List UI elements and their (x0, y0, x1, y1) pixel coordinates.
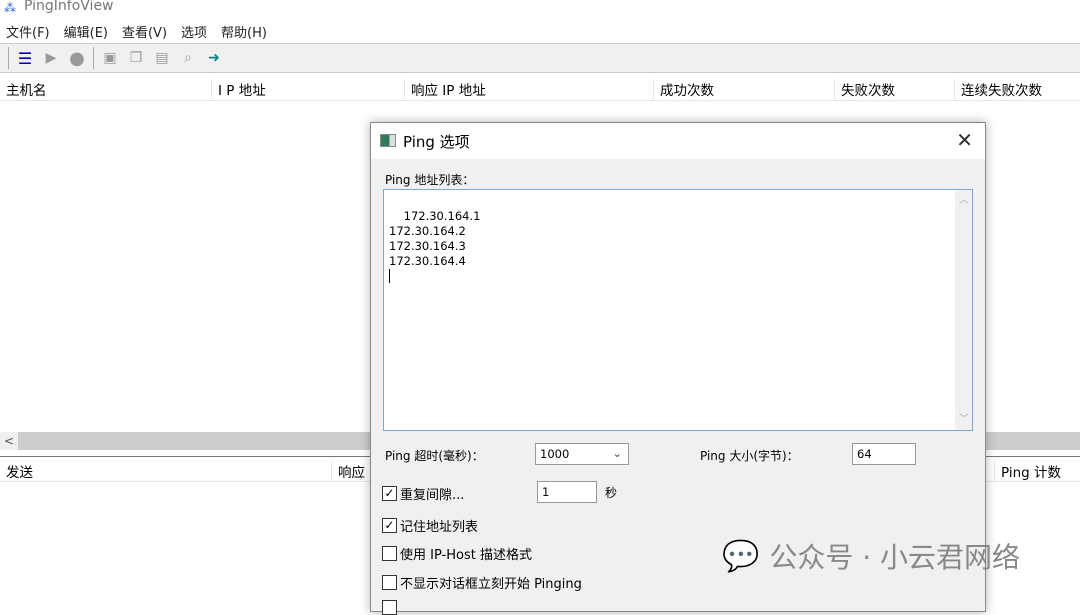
checkmark-icon: ✓ (382, 518, 397, 533)
column-failed-count[interactable]: 失败次数 (834, 79, 895, 99)
title-bar: ⁂ PingInfoView (0, 0, 1080, 18)
checkbox-box (382, 600, 397, 615)
ip-host-format-checkbox[interactable]: 使用 IP-Host 描述格式 (382, 544, 532, 563)
start-immediately-checkbox[interactable]: 不显示对话框立刻开始 Pinging (382, 573, 582, 592)
menu-options[interactable]: 选项 (181, 22, 207, 41)
toolbar: ☰ ▶ ● ▣ ❐ ▤ ⌕ ➜ (0, 43, 1080, 73)
dialog-title: Ping 选项 (403, 133, 470, 151)
partial-checkbox[interactable] (382, 600, 397, 615)
menu-edit[interactable]: 编辑(E) (64, 22, 108, 41)
scroll-up-icon[interactable]: ︿ (959, 193, 969, 208)
menu-view[interactable]: 查看(V) (122, 22, 167, 41)
column-succeed-count[interactable]: 成功次数 (653, 79, 714, 99)
size-label: Ping 大小(字节)： (700, 449, 799, 463)
text-cursor (389, 269, 394, 283)
timeout-value: 1000 (540, 447, 570, 461)
checkbox-box (382, 546, 397, 561)
size-value: 64 (857, 447, 872, 461)
dialog-title-bar: Ping 选项 ✕ (371, 123, 985, 159)
wechat-icon: 💬 (722, 538, 760, 574)
repeat-checkbox[interactable]: ✓ 重复间隙... (382, 484, 464, 503)
repeat-interval-value: 1 (542, 485, 550, 499)
scroll-left-icon[interactable]: < (0, 432, 18, 450)
address-list-text: 172.30.164.1 172.30.164.2 172.30.164.3 1… (389, 209, 481, 268)
ip-host-format-label: 使用 IP-Host 描述格式 (400, 548, 532, 563)
column-ip-address[interactable]: I P 地址 (211, 79, 266, 99)
address-list-textarea[interactable]: 172.30.164.1 172.30.164.2 172.30.164.3 1… (383, 189, 973, 431)
column-reply-ip[interactable]: 响应 IP 地址 (404, 79, 486, 99)
timeout-label: Ping 超时(毫秒)： (385, 449, 484, 463)
close-icon[interactable]: ✕ (956, 128, 973, 152)
watermark: 💬 公众号 · 小云君网络 (722, 536, 1020, 576)
scroll-down-icon[interactable]: ﹀ (959, 412, 969, 427)
column-response[interactable]: 响应 (331, 461, 365, 481)
dialog-icon (380, 134, 396, 147)
toolbar-separator (93, 47, 94, 69)
remember-list-label: 记住地址列表 (400, 520, 479, 535)
vertical-scrollbar[interactable]: ︿ ﹀ (955, 190, 972, 430)
main-list-header: 主机名 I P 地址 响应 IP 地址 成功次数 失败次数 连续失败次数 (0, 75, 1080, 101)
stop-icon[interactable]: ● (67, 48, 87, 69)
toolbar-separator (8, 47, 9, 69)
properties-icon[interactable]: ▤ (152, 48, 172, 68)
checkbox-box (382, 575, 397, 590)
remember-list-checkbox[interactable]: ✓ 记住地址列表 (382, 516, 478, 535)
menu-help[interactable]: 帮助(H) (221, 22, 267, 41)
column-consecutive-failed[interactable]: 连续失败次数 (954, 79, 1042, 99)
app-title: PingInfoView (24, 0, 114, 14)
repeat-label: 重复间隙... (400, 488, 465, 503)
watermark-text: 公众号 · 小云君网络 (769, 541, 1021, 574)
save-icon[interactable]: ▣ (100, 48, 120, 68)
exit-icon[interactable]: ➜ (204, 48, 224, 68)
menu-bar: 文件(F) 编辑(E) 查看(V) 选项 帮助(H) (0, 20, 1080, 42)
column-ping-count[interactable]: Ping 计数 (994, 461, 1061, 481)
column-sent[interactable]: 发送 (0, 461, 33, 481)
chevron-down-icon: ⌄ (612, 446, 622, 460)
column-host-name[interactable]: 主机名 (0, 79, 47, 99)
timeout-select[interactable]: 1000 ⌄ (535, 443, 629, 465)
repeat-interval-input[interactable]: 1 (537, 481, 597, 503)
size-input[interactable]: 64 (852, 443, 916, 465)
copy-icon[interactable]: ❐ (126, 48, 146, 68)
menu-file[interactable]: 文件(F) (6, 22, 50, 41)
start-immediately-label: 不显示对话框立刻开始 Pinging (400, 577, 582, 592)
html-report-icon[interactable]: ⌕ (178, 48, 198, 68)
checkmark-icon: ✓ (382, 486, 397, 501)
app-icon: ⁂ (4, 1, 16, 15)
seconds-label: 秒 (605, 486, 618, 500)
start-icon[interactable]: ▶ (41, 48, 61, 68)
address-list-label: Ping 地址列表： (385, 173, 475, 187)
options-icon[interactable]: ☰ (15, 48, 35, 68)
